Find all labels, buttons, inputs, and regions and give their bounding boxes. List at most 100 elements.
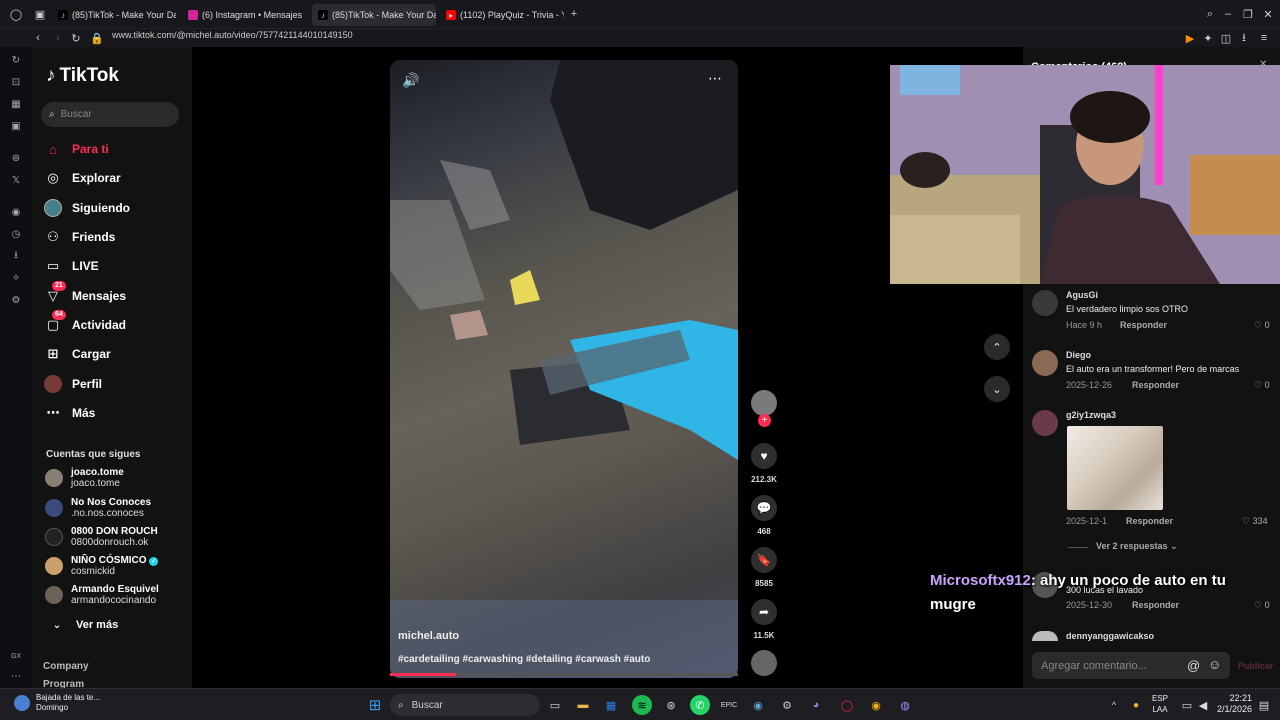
opera-menu-icon[interactable]: ◯: [8, 6, 24, 22]
bag-icon[interactable]: ⊡: [9, 75, 23, 89]
nav-upload[interactable]: ⊞ Cargar: [44, 342, 111, 366]
reply-button[interactable]: Responder: [1120, 320, 1167, 330]
video-hashtags[interactable]: #cardetailing #carwashing #detailing #ca…: [398, 654, 650, 665]
task-view-icon[interactable]: ▭: [545, 695, 565, 715]
settings-taskbar-icon[interactable]: ⚙: [777, 695, 797, 715]
see-more-button[interactable]: ⌄ Ver más: [48, 613, 118, 637]
browser-menu-icon[interactable]: ≡: [1256, 30, 1272, 46]
downloads-icon[interactable]: ⭳: [9, 249, 23, 263]
follow-plus-icon[interactable]: +: [758, 414, 771, 427]
video-author[interactable]: michel.auto: [398, 630, 459, 642]
gx-corner-icon[interactable]: ▦: [9, 97, 23, 111]
comment-like-button[interactable]: ♡ 334: [1242, 516, 1268, 527]
video-options-icon[interactable]: ⋯: [708, 70, 722, 87]
notifications-icon[interactable]: ▤: [1254, 695, 1274, 715]
nav-profile[interactable]: Perfil: [44, 372, 102, 396]
following-account[interactable]: No Nos Conoces .no.nos.conoces: [45, 495, 151, 521]
tiktok-logo[interactable]: ♪ TikTok: [46, 65, 119, 87]
back-icon[interactable]: ‹: [30, 30, 46, 46]
music-disc[interactable]: [751, 650, 777, 676]
avatar[interactable]: [1032, 350, 1058, 376]
spotify-icon[interactable]: ≋: [632, 695, 652, 715]
view-replies-button[interactable]: Ver 2 respuestas ⌄: [1096, 541, 1178, 552]
comment-like-button[interactable]: ♡ 0: [1254, 320, 1270, 331]
reply-button[interactable]: Responder: [1126, 516, 1173, 526]
chatgpt-taskbar-icon[interactable]: ⊛: [661, 695, 681, 715]
search-input[interactable]: ⌕ Buscar: [41, 102, 179, 127]
media-play-icon[interactable]: ▶: [1182, 30, 1198, 46]
settings-icon[interactable]: ⚙: [9, 293, 23, 307]
taskbar-search[interactable]: ⌕ Buscar: [390, 694, 540, 716]
chrome-icon[interactable]: ◉: [866, 695, 886, 715]
previous-video-button[interactable]: ⌃: [984, 334, 1010, 360]
reply-button[interactable]: Responder: [1132, 380, 1179, 390]
show-hidden-icons[interactable]: ^: [1104, 695, 1124, 715]
search-tabs-icon[interactable]: ⌕: [1202, 6, 1218, 22]
snapshot-icon[interactable]: ◫: [1218, 30, 1234, 46]
nav-activity[interactable]: ▢ 64 Actividad: [44, 310, 126, 337]
file-explorer-icon[interactable]: ▬: [573, 695, 593, 715]
volume-icon[interactable]: 🔊: [402, 72, 419, 89]
nav-explore[interactable]: ◎ Explorar: [44, 166, 120, 190]
like-button[interactable]: ♥ 212.3K: [751, 443, 777, 484]
comment-gif-image[interactable]: [1067, 426, 1163, 510]
next-video-button[interactable]: ⌄: [984, 376, 1010, 402]
maximize-icon[interactable]: ❐: [1240, 6, 1256, 22]
extensions-sidebar-icon[interactable]: ✧: [9, 271, 23, 285]
store-icon[interactable]: ▦: [601, 695, 621, 715]
tab-youtube[interactable]: ▸ (1102) PlayQuiz - Trivia - Y: [440, 4, 564, 26]
volume-taskbar-icon[interactable]: ◀: [1193, 695, 1213, 715]
reload-icon[interactable]: ↻: [68, 30, 84, 46]
publish-button[interactable]: Publicar: [1238, 661, 1274, 671]
forward-icon[interactable]: ›: [50, 30, 66, 46]
save-button[interactable]: 🔖 8585: [751, 547, 777, 588]
steam-icon[interactable]: ◉: [748, 695, 768, 715]
download-icon[interactable]: ⭳: [1236, 30, 1252, 46]
following-account[interactable]: 0800 DON ROUCH 0800donrouch.ok: [45, 524, 158, 550]
nav-messages[interactable]: ▽ 21 Mensajes: [44, 281, 126, 308]
gx-icon[interactable]: GX: [9, 649, 23, 663]
close-window-icon[interactable]: ✕: [1260, 6, 1276, 22]
nav-live[interactable]: ▭ LIVE: [44, 254, 99, 278]
tab-instagram[interactable]: (6) Instagram • Mensajes: [182, 4, 306, 26]
following-account[interactable]: NIÑO CÓSMICO ✓ cosmickid: [45, 553, 159, 579]
nav-following[interactable]: Siguiendo: [44, 196, 130, 220]
language-indicator[interactable]: ESP LAA: [1152, 693, 1168, 715]
author-avatar[interactable]: +: [751, 390, 777, 427]
comment-like-button[interactable]: ♡ 0: [1254, 380, 1270, 391]
comment-like-button[interactable]: ♡ 0: [1254, 600, 1270, 611]
x-icon[interactable]: 𝕏: [9, 173, 23, 187]
player-icon[interactable]: ◉: [9, 205, 23, 219]
mention-icon[interactable]: @: [1187, 658, 1200, 673]
opera-gx-icon[interactable]: ◯: [837, 695, 857, 715]
weather-widget[interactable]: Bajada de las te... Domingo: [14, 693, 100, 713]
extensions-icon[interactable]: ✦: [1200, 30, 1216, 46]
url-field[interactable]: www.tiktok.com/@michel.auto/video/757742…: [112, 30, 353, 40]
nav-for-you[interactable]: ⌂ Para ti: [44, 137, 109, 161]
whatsapp-icon[interactable]: ✆: [690, 695, 710, 715]
comment-input[interactable]: Agregar comentario...: [1032, 652, 1230, 679]
tab-tiktok-active[interactable]: ♪ (85)TikTok - Make Your Da: [312, 4, 436, 26]
footer-company-link[interactable]: Company: [43, 661, 89, 672]
aria-icon[interactable]: ↻: [9, 53, 23, 67]
chatgpt-icon[interactable]: ⊛: [9, 151, 23, 165]
emoji-icon[interactable]: ☺: [1208, 657, 1221, 672]
minimize-icon[interactable]: –: [1220, 6, 1236, 22]
avatar[interactable]: [1032, 290, 1058, 316]
avatar[interactable]: [1032, 410, 1058, 436]
nav-more[interactable]: ⋯ Más: [44, 401, 96, 425]
windows-start-icon[interactable]: ⊞: [365, 695, 385, 715]
video-progress-bar[interactable]: [390, 673, 738, 676]
tab-overview-icon[interactable]: ▣: [32, 6, 48, 22]
share-button[interactable]: ➦ 11.5K: [751, 599, 777, 640]
app-icon[interactable]: ◍: [895, 695, 915, 715]
twitch-icon[interactable]: ▣: [9, 119, 23, 133]
following-account[interactable]: Armando Esquivel armandococinando: [45, 582, 159, 608]
video-player[interactable]: 🔊 ⋯: [390, 60, 738, 678]
new-tab-icon[interactable]: +: [566, 6, 582, 22]
taskbar-clock[interactable]: 22:21 2/1/2026: [1212, 693, 1252, 715]
avatar[interactable]: [1032, 631, 1058, 641]
tab-tiktok-1[interactable]: ♪ (85)TikTok - Make Your Da: [52, 4, 176, 26]
microphone-icon[interactable]: ●: [1126, 695, 1146, 715]
comment-button[interactable]: 💬 468: [751, 495, 777, 536]
